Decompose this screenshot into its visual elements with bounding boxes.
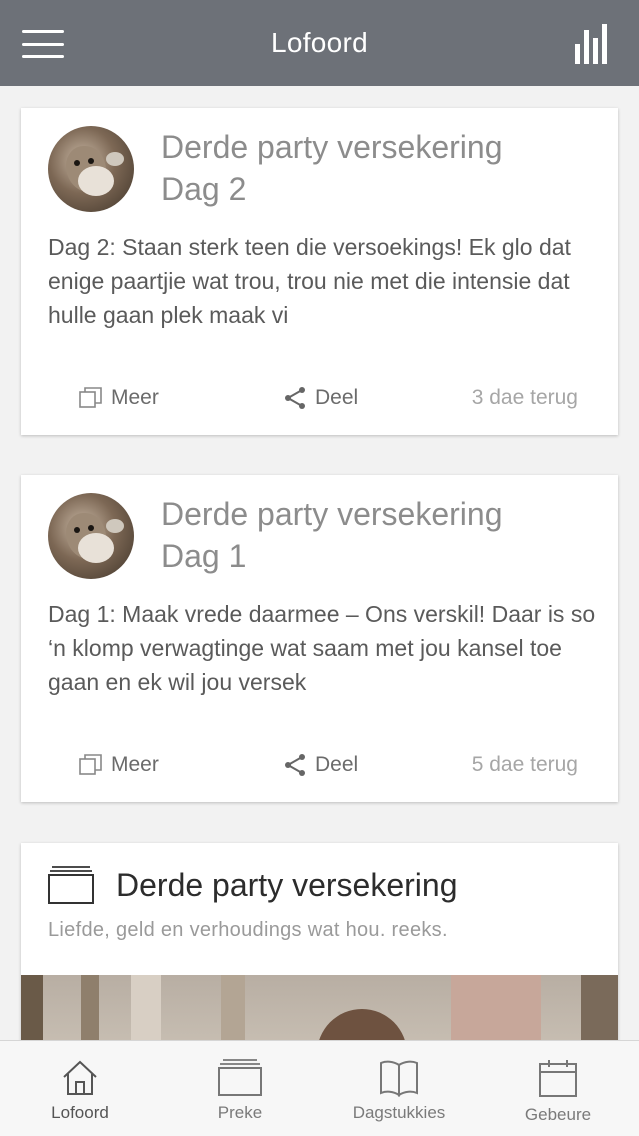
share-icon [285, 754, 305, 776]
bottom-tab-bar: Lofoord Preke Dagstukkies Gebeure [0, 1040, 639, 1136]
card-excerpt: Dag 1: Maak vrede daarmee – Ons verskil!… [48, 597, 598, 705]
copy-icon [79, 387, 102, 408]
tab-label: Preke [217, 1103, 263, 1122]
card-title: Derde party versekering Dag 1 [161, 496, 503, 574]
tab-lofoord[interactable]: Lofoord [10, 1041, 150, 1136]
more-button[interactable]: Meer [79, 747, 159, 783]
bar-chart-icon[interactable] [573, 22, 613, 66]
series-title: Derde party versekering [116, 866, 458, 903]
share-button[interactable]: Deel [283, 380, 358, 416]
author-avatar [48, 493, 134, 579]
home-icon [63, 1060, 97, 1095]
time-ago: 3 dae terug [471, 386, 578, 409]
tab-label: Gebeure [524, 1105, 592, 1124]
share-label: Deel [315, 753, 359, 776]
stack-icon [48, 866, 94, 904]
card-actions: Meer Deel 3 dae terug [21, 380, 618, 416]
calendar-icon [539, 1060, 577, 1097]
tab-preke[interactable]: Preke [170, 1041, 310, 1136]
top-app-bar: Lofoord [0, 0, 639, 86]
share-button[interactable]: Deel [283, 747, 358, 783]
card-excerpt: Dag 2: Staan sterk teen die versoekings!… [48, 230, 598, 338]
more-label: Meer [111, 386, 159, 409]
hamburger-menu-icon[interactable] [22, 30, 64, 58]
series-header: Derde party versekering [48, 865, 457, 905]
book-icon [380, 1060, 418, 1097]
series-card[interactable]: Derde party versekering Liefde, geld en … [21, 843, 618, 1040]
share-label: Deel [315, 386, 359, 409]
stack-icon [218, 1059, 262, 1096]
app-title: Lofoord [270, 27, 369, 58]
copy-icon [79, 754, 102, 775]
tab-dagstukkies[interactable]: Dagstukkies [329, 1041, 469, 1136]
tab-label: Lofoord [51, 1103, 109, 1122]
card-title: Derde party versekering Dag 2 [161, 129, 503, 207]
more-label: Meer [111, 753, 159, 776]
devotional-card[interactable]: Derde party versekering Dag 1 Dag 1: Maa… [21, 475, 618, 802]
card-actions: Meer Deel 5 dae terug [21, 747, 618, 783]
tab-gebeure[interactable]: Gebeure [488, 1041, 628, 1136]
devotional-card[interactable]: Derde party versekering Dag 2 Dag 2: Sta… [21, 108, 618, 435]
more-button[interactable]: Meer [79, 380, 159, 416]
tab-label: Dagstukkies [352, 1103, 446, 1122]
series-cover-image [21, 975, 618, 1040]
share-icon [285, 387, 305, 409]
feed: Derde party versekering Dag 2 Dag 2: Sta… [0, 86, 639, 1040]
author-avatar [48, 126, 134, 212]
time-ago: 5 dae terug [471, 753, 578, 776]
series-subtitle: Liefde, geld en verhoudings wat hou. ree… [48, 919, 448, 941]
